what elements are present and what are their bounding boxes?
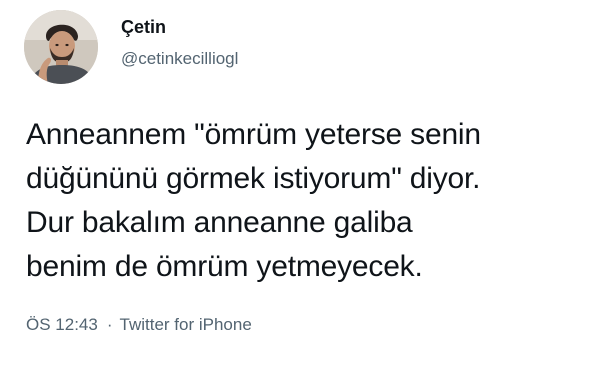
author-handle[interactable]: @cetinkecilliogl — [121, 49, 238, 69]
tweet-meta: ÖS 12:43 · Twitter for iPhone — [26, 315, 252, 335]
tweet-text: Anneannem "ömrüm yeterse senin düğününü … — [26, 113, 594, 289]
tweet-source-link[interactable]: Twitter for iPhone — [120, 315, 252, 334]
author-avatar[interactable] — [24, 10, 98, 84]
meta-separator: · — [106, 315, 113, 334]
tweet-timestamp[interactable]: ÖS 12:43 — [26, 315, 98, 334]
tweet-text-line: Anneannem "ömrüm yeterse senin — [26, 118, 481, 151]
tweet-text-line: düğününü görmek istiyorum" diyor. — [26, 162, 481, 195]
tweet-text-line: benim de ömrüm yetmeyecek. — [26, 250, 423, 283]
user-avatar-photo-icon — [24, 10, 98, 84]
author-display-name[interactable]: Çetin — [121, 17, 166, 38]
tweet-card: Çetin @cetinkecilliogl Anneannem "ömrüm … — [0, 0, 600, 369]
tweet-text-line: Dur bakalım anneanne galiba — [26, 206, 413, 239]
